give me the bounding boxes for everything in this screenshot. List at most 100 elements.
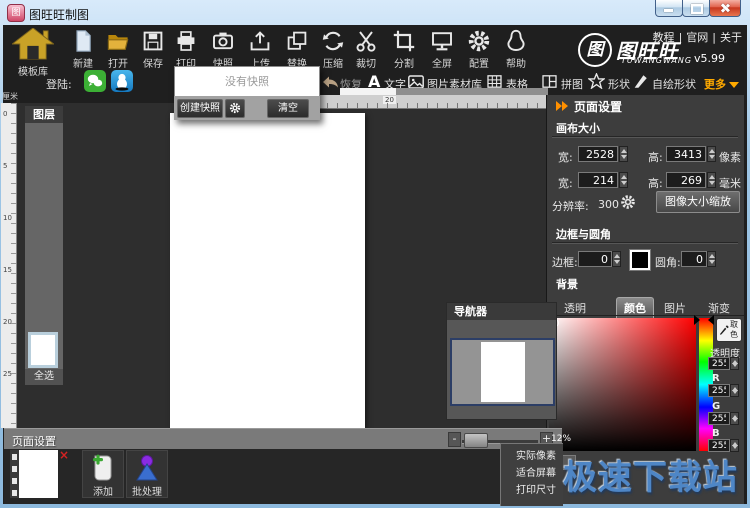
- tab-transparent[interactable]: 透明: [564, 300, 586, 316]
- window-title: 图旺旺制图: [29, 6, 89, 23]
- corner-radius-stepper[interactable]: [707, 251, 716, 267]
- toolbar-item-split[interactable]: 分割: [386, 29, 422, 69]
- add-page-button[interactable]: 添加: [82, 450, 124, 498]
- toolbar-item-compress[interactable]: 压缩: [315, 29, 351, 69]
- red-input[interactable]: [708, 384, 730, 397]
- toolbar-item-replace[interactable]: 替换: [279, 29, 315, 69]
- close-button[interactable]: [709, 0, 741, 17]
- divider: [552, 242, 738, 244]
- collapse-arrows-icon[interactable]: [556, 101, 568, 114]
- corner-radius-input[interactable]: [681, 251, 707, 267]
- green-input[interactable]: [708, 412, 730, 425]
- add-page-icon: [90, 453, 116, 483]
- chevron-down-icon: [729, 82, 739, 88]
- new-file-icon: [65, 29, 101, 55]
- minimize-icon: [664, 9, 673, 12]
- height-mm-input[interactable]: [666, 172, 706, 188]
- shape-button[interactable]: 形状: [608, 76, 630, 92]
- toolbar-item-save[interactable]: 保存: [135, 29, 171, 69]
- zoom-out-button[interactable]: -: [448, 432, 461, 447]
- width-mm-label: 宽:: [558, 175, 573, 191]
- green-stepper[interactable]: [730, 412, 739, 425]
- menu-item-fit-screen[interactable]: 适合屏幕: [501, 465, 563, 482]
- scrollbar-thumb[interactable]: [340, 88, 396, 95]
- width-px-stepper[interactable]: [619, 146, 628, 162]
- alpha-stepper[interactable]: [730, 357, 739, 370]
- dpi-gear-icon[interactable]: [620, 194, 636, 213]
- layer-thumbnail[interactable]: [28, 332, 58, 368]
- menu-item-print-size[interactable]: 打印尺寸: [501, 482, 563, 499]
- toolbar-item-help[interactable]: 帮助: [498, 29, 534, 69]
- gear-icon: [229, 102, 241, 114]
- height-px-stepper[interactable]: [707, 146, 716, 162]
- red-stepper[interactable]: [730, 384, 739, 397]
- border-width-input[interactable]: [578, 251, 612, 267]
- batch-process-icon: [134, 453, 160, 483]
- width-px-label: 宽:: [558, 149, 573, 165]
- minimize-button[interactable]: [655, 0, 683, 17]
- app-window: 图 图旺旺制图 模板库 新建 打开 保存 打印 快照 上传: [0, 0, 750, 508]
- link-about[interactable]: 关于: [720, 31, 742, 44]
- width-mm-input[interactable]: [578, 172, 618, 188]
- collage-button[interactable]: 拼图: [561, 76, 583, 92]
- eyedropper-button[interactable]: 取色: [716, 318, 742, 342]
- dpi-label: 分辨率:: [552, 198, 589, 214]
- wechat-login-button[interactable]: [84, 70, 106, 92]
- brand-latin: TUWANGWANG: [621, 56, 692, 65]
- tabs-divider: [547, 315, 744, 316]
- navigator-preview[interactable]: [450, 338, 555, 406]
- horizontal-ruler: 20: [317, 95, 547, 109]
- height-mm-stepper[interactable]: [707, 172, 716, 188]
- toolbar-item-snapshot[interactable]: 快照: [205, 29, 241, 69]
- height-px-input[interactable]: [666, 146, 706, 162]
- replace-icon: [279, 29, 315, 55]
- hue-marker-right-icon[interactable]: [708, 315, 714, 325]
- delete-page-icon[interactable]: ×: [59, 449, 69, 461]
- clear-snapshots-button[interactable]: 清空: [267, 99, 309, 118]
- toolbar-item-fullscreen[interactable]: 全屏: [424, 29, 460, 69]
- height-mm-label: 高:: [648, 175, 663, 191]
- resize-image-button[interactable]: 图像大小缩放: [656, 191, 740, 213]
- toolbar-item-new[interactable]: 新建: [65, 29, 101, 69]
- toolbar-item-upload[interactable]: 上传: [242, 29, 278, 69]
- shape-star-icon: [588, 73, 605, 92]
- create-snapshot-button[interactable]: 创建快照: [177, 99, 223, 118]
- app-icon: 图: [7, 4, 25, 22]
- print-icon: [168, 29, 204, 55]
- qq-login-button[interactable]: [111, 70, 133, 92]
- zoom-slider-handle[interactable]: [464, 433, 488, 448]
- border-label: 边框:: [552, 254, 578, 270]
- alpha-input[interactable]: [708, 357, 730, 370]
- tab-gradient[interactable]: 渐变: [708, 300, 730, 316]
- width-mm-stepper[interactable]: [619, 172, 628, 188]
- link-website[interactable]: 官网: [686, 31, 708, 44]
- width-px-input[interactable]: [578, 146, 618, 162]
- page-thumbnail[interactable]: [10, 450, 58, 498]
- red-label: R: [712, 373, 720, 384]
- select-all-button[interactable]: 全选: [25, 369, 63, 385]
- layers-panel-tab[interactable]: 图层: [25, 106, 63, 123]
- toolbar-item-open[interactable]: 打开: [100, 29, 136, 69]
- draw-shape-button[interactable]: 自绘形状: [652, 76, 696, 92]
- hue-marker-left-icon[interactable]: [694, 315, 700, 325]
- navigator-panel: 导航器: [446, 302, 557, 420]
- batch-process-button[interactable]: 批处理: [126, 450, 168, 498]
- document-page[interactable]: [170, 113, 365, 428]
- scissors-icon: [348, 29, 384, 55]
- border-color-swatch[interactable]: [630, 250, 650, 270]
- horizontal-scrollbar[interactable]: [340, 88, 548, 95]
- more-button[interactable]: 更多: [704, 76, 739, 92]
- toolbar-item-settings[interactable]: 配置: [461, 29, 497, 69]
- titlebar: 图 图旺旺制图: [0, 0, 750, 25]
- border-width-stepper[interactable]: [612, 251, 621, 267]
- toolbar-item-print[interactable]: 打印: [168, 29, 204, 69]
- maximize-button[interactable]: [682, 0, 710, 17]
- undo-button[interactable]: [322, 75, 339, 92]
- snapshot-popup-toolbar: 创建快照 清空: [174, 96, 320, 120]
- menu-item-actual-pixels[interactable]: 实际像素: [501, 448, 563, 465]
- toolbar-item-crop[interactable]: 裁切: [348, 29, 384, 69]
- tab-image[interactable]: 图片: [664, 300, 686, 316]
- template-library-button[interactable]: 模板库: [6, 28, 60, 76]
- saturation-value-picker[interactable]: [549, 318, 696, 451]
- snapshot-settings-button[interactable]: [225, 99, 245, 118]
